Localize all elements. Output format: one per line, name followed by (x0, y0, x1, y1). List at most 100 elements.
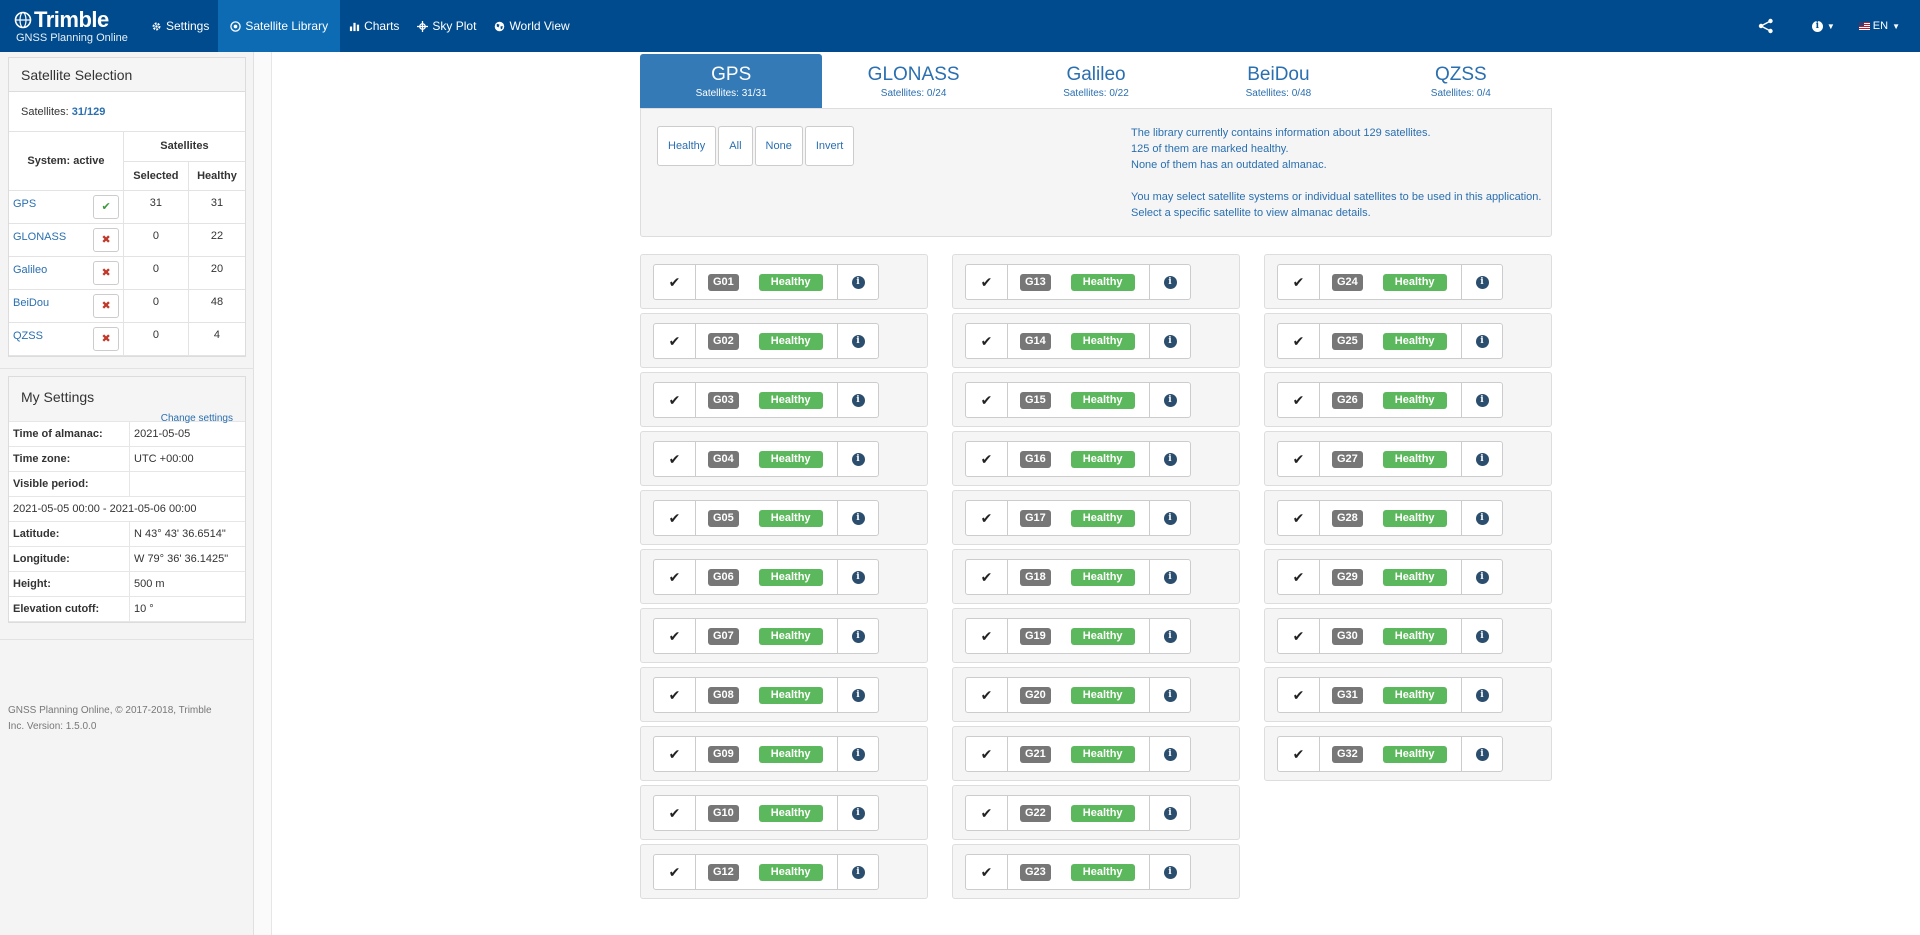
satellite-details-button[interactable]: i (1150, 324, 1190, 358)
satellite-select-toggle[interactable]: ✔ (1278, 560, 1320, 594)
satellite-details-button[interactable]: i (838, 619, 878, 653)
satellite-select-toggle[interactable]: ✔ (966, 383, 1008, 417)
tab-galileo[interactable]: Galileo Satellites: 0/22 (1005, 54, 1187, 108)
nav-sky-plot[interactable]: Sky Plot (408, 0, 485, 52)
satellite-details-button[interactable]: i (1150, 383, 1190, 417)
satellite-details-button[interactable]: i (1150, 619, 1190, 653)
satellite-details-button[interactable]: i (1462, 619, 1502, 653)
satellite-details-button[interactable]: i (1462, 501, 1502, 535)
satellite-select-toggle[interactable]: ✔ (654, 737, 696, 771)
nav-satellite-library[interactable]: Satellite Library (218, 0, 341, 52)
satellite-details-button[interactable]: i (1150, 265, 1190, 299)
share-icon (1758, 18, 1773, 34)
satellite-details-button[interactable]: i (838, 855, 878, 889)
settings-key: Longitude: (13, 553, 70, 565)
satellite-details-button[interactable]: i (838, 383, 878, 417)
satellite-details-button[interactable]: i (1150, 442, 1190, 476)
satellite-details-button[interactable]: i (838, 501, 878, 535)
system-name-galileo[interactable]: Galileo (9, 256, 90, 290)
filter-all-button[interactable]: All (718, 126, 753, 166)
change-settings-link[interactable]: Change settings (161, 413, 233, 424)
tab-beidou[interactable]: BeiDou Satellites: 0/48 (1187, 54, 1369, 108)
nav-world-view[interactable]: World View (485, 0, 578, 52)
satellite-details-button[interactable]: i (838, 737, 878, 771)
satellite-select-toggle[interactable]: ✔ (1278, 678, 1320, 712)
satellite-details-button[interactable]: i (1150, 796, 1190, 830)
satellite-select-toggle[interactable]: ✔ (1278, 501, 1320, 535)
satellite-select-toggle[interactable]: ✔ (654, 324, 696, 358)
satellite-select-toggle[interactable]: ✔ (654, 383, 696, 417)
satellite-select-toggle[interactable]: ✔ (966, 737, 1008, 771)
satellite-select-toggle[interactable]: ✔ (654, 501, 696, 535)
system-toggle-gps[interactable]: ✔ (93, 194, 120, 219)
satellite-select-toggle[interactable]: ✔ (654, 560, 696, 594)
system-name-qzss[interactable]: QZSS (9, 322, 90, 356)
satellite-details-button[interactable]: i (838, 324, 878, 358)
satellite-select-toggle[interactable]: ✔ (1278, 383, 1320, 417)
satellite-details-button[interactable]: i (838, 796, 878, 830)
nav-charts[interactable]: Charts (340, 0, 408, 52)
info-icon: i (1163, 452, 1177, 466)
satellite-select-toggle[interactable]: ✔ (654, 855, 696, 889)
satellite-info: G12 Healthy (696, 855, 838, 889)
trimble-globe-icon (14, 11, 32, 29)
system-toggle-galileo[interactable]: ✖ (93, 260, 120, 285)
satellite-select-toggle[interactable]: ✔ (966, 501, 1008, 535)
share-button[interactable] (1746, 18, 1786, 34)
satellite-select-toggle[interactable]: ✔ (966, 619, 1008, 653)
satellite-select-toggle[interactable]: ✔ (1278, 619, 1320, 653)
satellite-details-button[interactable]: i (1150, 560, 1190, 594)
system-name-glonass[interactable]: GLONASS (9, 223, 90, 257)
satellite-select-toggle[interactable]: ✔ (1278, 324, 1320, 358)
tab-gps[interactable]: GPS Satellites: 31/31 (640, 54, 823, 108)
system-toggle-glonass[interactable]: ✖ (93, 227, 120, 252)
system-name-gps[interactable]: GPS (9, 190, 90, 224)
satellite-select-toggle[interactable]: ✔ (654, 442, 696, 476)
satellite-select-toggle[interactable]: ✔ (966, 324, 1008, 358)
satellite-select-toggle[interactable]: ✔ (1278, 737, 1320, 771)
info-icon: i (1163, 334, 1177, 348)
satellite-select-toggle[interactable]: ✔ (966, 796, 1008, 830)
satellite-select-toggle[interactable]: ✔ (966, 855, 1008, 889)
satellite-details-button[interactable]: i (1150, 501, 1190, 535)
satellite-details-button[interactable]: i (1462, 560, 1502, 594)
filter-invert-button[interactable]: Invert (804, 126, 855, 166)
satellite-select-toggle[interactable]: ✔ (966, 678, 1008, 712)
satellite-select-toggle[interactable]: ✔ (654, 619, 696, 653)
system-name-beidou[interactable]: BeiDou (9, 289, 90, 323)
system-toggle-beidou[interactable]: ✖ (93, 293, 120, 318)
satellite-details-button[interactable]: i (838, 265, 878, 299)
satellite-details-button[interactable]: i (838, 442, 878, 476)
satellite-select-toggle[interactable]: ✔ (966, 560, 1008, 594)
satellite-select-toggle[interactable]: ✔ (654, 796, 696, 830)
satellite-control-group: ✔ G18 Healthy i (965, 559, 1191, 595)
satellite-id-label: G32 (1332, 745, 1363, 763)
system-toggle-qzss[interactable]: ✖ (93, 326, 120, 351)
satellite-details-button[interactable]: i (1462, 265, 1502, 299)
filter-healthy-button[interactable]: Healthy (657, 126, 717, 166)
nav-settings[interactable]: Settings (142, 0, 218, 52)
satellite-details-button[interactable]: i (1150, 678, 1190, 712)
satellite-select-toggle[interactable]: ✔ (1278, 442, 1320, 476)
language-dropdown[interactable]: EN ▼ (1847, 20, 1912, 32)
satellite-details-button[interactable]: i (1462, 442, 1502, 476)
brand[interactable]: Trimble GNSS Planning Online (14, 7, 134, 47)
satellite-details-button[interactable]: i (1462, 737, 1502, 771)
satellite-select-toggle[interactable]: ✔ (966, 442, 1008, 476)
filter-none-button[interactable]: None (754, 126, 803, 166)
satellite-details-button[interactable]: i (838, 560, 878, 594)
satellite-details-button[interactable]: i (1150, 855, 1190, 889)
tab-glonass[interactable]: GLONASS Satellites: 0/24 (822, 54, 1004, 108)
satellite-details-button[interactable]: i (1462, 324, 1502, 358)
satellite-details-button[interactable]: i (1462, 383, 1502, 417)
tab-qzss[interactable]: QZSS Satellites: 0/4 (1370, 54, 1552, 108)
satellite-details-button[interactable]: i (1150, 737, 1190, 771)
satellite-select-toggle[interactable]: ✔ (654, 678, 696, 712)
help-dropdown[interactable]: i ▼ (1800, 20, 1847, 32)
satellite-select-toggle[interactable]: ✔ (1278, 265, 1320, 299)
system-toggle-cell: ✖ (89, 289, 124, 323)
satellite-select-toggle[interactable]: ✔ (654, 265, 696, 299)
satellite-details-button[interactable]: i (1462, 678, 1502, 712)
satellite-select-toggle[interactable]: ✔ (966, 265, 1008, 299)
satellite-details-button[interactable]: i (838, 678, 878, 712)
